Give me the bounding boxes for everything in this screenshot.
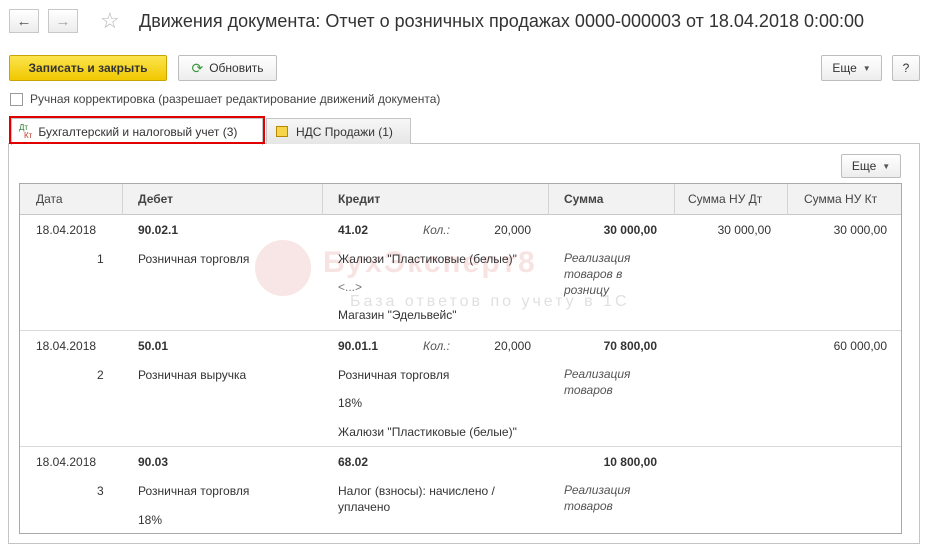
posting-content: Реализация товаров	[564, 367, 631, 397]
debit-account: 50.01	[138, 339, 169, 353]
chevron-down-icon: ▼	[862, 63, 871, 73]
register-icon	[276, 126, 288, 137]
credit-subconto: Жалюзи "Пластиковые (белые)"	[338, 252, 517, 266]
amount-value: 70 800,00	[603, 339, 657, 353]
tab-vat-sales-label: НДС Продажи (1)	[296, 124, 393, 139]
manual-edit-label: Ручная корректировка (разрешает редактир…	[30, 92, 441, 106]
credit-account: 41.02	[338, 223, 369, 237]
row-number: 3	[97, 484, 104, 498]
refresh-label: Обновить	[209, 61, 264, 75]
posting-content: Реализация товаров в розницу	[564, 251, 631, 297]
row-date: 18.04.2018	[36, 455, 97, 469]
credit-subconto: уплачено	[338, 500, 391, 514]
window-title: Движения документа: Отчет о розничных пр…	[139, 11, 865, 31]
postings-table[interactable]: Дата Дебет Кредит Сумма Сумма НУ Дт Сумм…	[19, 183, 902, 534]
credit-subconto: Налог (взносы): начислено /	[338, 484, 495, 498]
arrow-right-icon: →	[55, 12, 71, 30]
tab-accounting-label: Бухгалтерский и налоговый учет (3)	[38, 125, 238, 139]
qty-label: Кол.:	[423, 223, 450, 237]
row-date: 18.04.2018	[36, 339, 97, 353]
save-and-close-button[interactable]: Записать и закрыть	[9, 55, 167, 81]
qty-label: Кол.:	[423, 339, 450, 353]
tab-accounting[interactable]: Дт Кт Бухгалтерский и налоговый учет (3)	[11, 118, 263, 145]
column-header-credit[interactable]: Кредит	[338, 184, 380, 215]
posting-content: Реализация товаров	[564, 483, 631, 513]
qty-value: 20,000	[494, 339, 531, 353]
credit-account: 68.02	[338, 455, 369, 469]
row-number: 2	[97, 368, 104, 382]
column-header-nu-dt[interactable]: Сумма НУ Дт	[688, 184, 762, 215]
credit-subconto: 18%	[338, 396, 363, 410]
table-more-label: Еще	[851, 159, 877, 173]
dt-kt-icon: Дт Кт	[19, 123, 33, 140]
debit-subconto: Розничная выручка	[138, 368, 247, 382]
credit-subconto: Розничная торговля	[338, 368, 450, 382]
credit-subconto: Жалюзи "Пластиковые (белые)"	[338, 425, 517, 439]
forward-button[interactable]: →	[48, 9, 78, 33]
column-header-nu-kt[interactable]: Сумма НУ Кт	[804, 184, 877, 215]
help-button[interactable]: ?	[892, 55, 920, 81]
debit-subconto: Розничная торговля	[138, 484, 250, 498]
qty-value: 20,000	[494, 223, 531, 237]
arrow-left-icon: ←	[16, 12, 32, 30]
row-number: 1	[97, 252, 104, 266]
nu-kt-value: 60 000,00	[833, 339, 887, 353]
nu-kt-value: 30 000,00	[833, 223, 887, 237]
debit-subconto: Розничная торговля	[138, 252, 250, 266]
amount-value: 30 000,00	[603, 223, 657, 237]
back-button[interactable]: ←	[9, 9, 39, 33]
more-label: Еще	[832, 61, 857, 75]
refresh-icon: ⟳	[191, 59, 204, 76]
nu-dt-value: 30 000,00	[717, 223, 771, 237]
refresh-button[interactable]: ⟳ Обновить	[178, 55, 277, 81]
credit-account: 90.01.1	[338, 339, 379, 353]
tab-vat-sales[interactable]: НДС Продажи (1)	[266, 118, 411, 144]
debit-account: 90.03	[138, 455, 169, 469]
credit-subconto: Магазин "Эдельвейс"	[338, 308, 457, 322]
column-header-date[interactable]: Дата	[36, 184, 63, 215]
chevron-down-icon: ▼	[882, 161, 891, 171]
debit-account: 90.02.1	[138, 223, 179, 237]
favorite-star-icon[interactable]: ☆	[100, 8, 120, 34]
debit-subconto: 18%	[138, 513, 163, 527]
manual-edit-checkbox[interactable]	[10, 93, 23, 106]
table-more-menu-button[interactable]: Еще ▼	[841, 154, 901, 178]
amount-value: 10 800,00	[603, 455, 657, 469]
table-header: Дата Дебет Кредит Сумма Сумма НУ Дт Сумм…	[20, 184, 901, 215]
credit-subconto: <...>	[338, 280, 363, 294]
column-header-debit[interactable]: Дебет	[138, 184, 173, 215]
more-menu-button[interactable]: Еще ▼	[821, 55, 882, 81]
row-date: 18.04.2018	[36, 223, 97, 237]
column-header-amount[interactable]: Сумма	[564, 184, 603, 215]
